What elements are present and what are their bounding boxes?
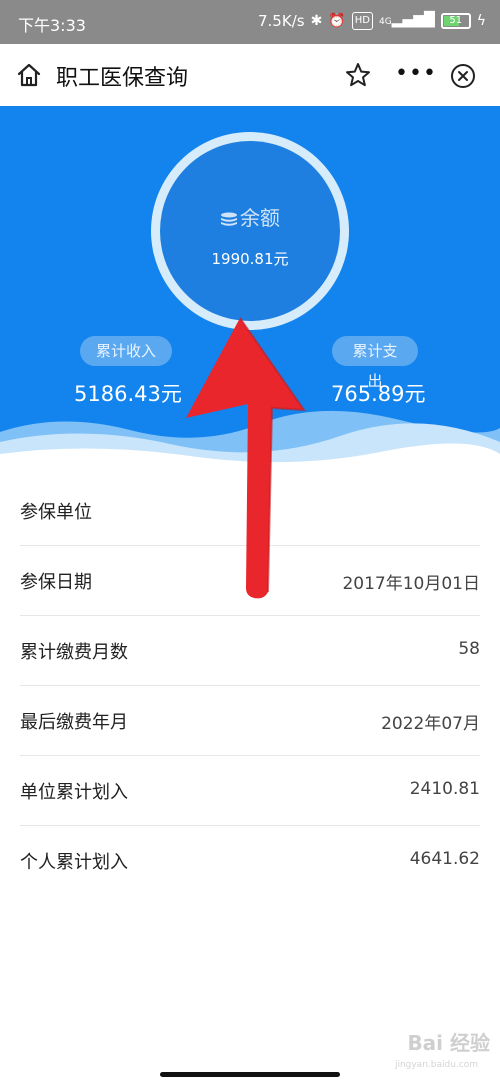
alarm-icon: ⏰ xyxy=(328,13,346,29)
signal-icon: 4G▂▄▆█ xyxy=(378,12,435,28)
more-icon[interactable]: ••• xyxy=(388,58,444,94)
income-badge: 累计收入 xyxy=(80,336,172,366)
nav-bar: 职工医保查询 ••• xyxy=(0,44,500,106)
red-arrow-annotation xyxy=(186,317,307,599)
charging-icon: ϟ xyxy=(476,13,486,29)
bluetooth-icon: ✱ xyxy=(310,13,323,29)
row-label: 单位累计划入 xyxy=(20,782,128,803)
watermark-url: jingyan.baidu.com xyxy=(394,1060,478,1070)
coins-icon xyxy=(221,212,237,226)
status-icons: 7.5K/s ✱ ⏰ HD 4G▂▄▆█ 51 ϟ xyxy=(258,12,486,30)
baidu-watermark: Bai 经验 xyxy=(407,1031,490,1055)
star-icon[interactable] xyxy=(344,61,372,89)
page-title: 职工医保查询 xyxy=(56,66,189,91)
row-value: 2017年10月01日 xyxy=(342,574,480,594)
mini-program-capsule: ••• xyxy=(388,58,492,94)
battery-level: 51 xyxy=(449,15,463,26)
status-bar: 下午3:33 7.5K/s ✱ ⏰ HD 4G▂▄▆█ 51 ϟ xyxy=(0,0,500,44)
row-value: 2410.81 xyxy=(409,779,480,799)
signal-label: 4G xyxy=(378,17,392,27)
row-value: 4641.62 xyxy=(409,849,480,869)
list-item: 累计缴费月数 58 xyxy=(20,616,480,686)
home-indicator xyxy=(160,1072,340,1077)
home-icon[interactable] xyxy=(16,62,42,88)
expense-badge: 累计支出 xyxy=(332,336,418,390)
row-label: 累计缴费月数 xyxy=(20,642,128,663)
row-label: 最后缴费年月 xyxy=(20,712,128,733)
balance-label-text: 余额 xyxy=(240,206,280,230)
balance-value: 1990.81元 xyxy=(211,250,289,268)
hd-badge: HD xyxy=(351,12,373,30)
status-time: 下午3:33 xyxy=(18,16,86,35)
close-icon[interactable] xyxy=(450,63,476,89)
network-speed: 7.5K/s xyxy=(258,12,305,30)
row-label: 参保日期 xyxy=(20,572,92,593)
balance-label: 余额 xyxy=(0,202,500,231)
list-item: 最后缴费年月 2022年07月 xyxy=(20,686,480,756)
row-value: 2022年07月 xyxy=(381,714,480,734)
list-item: 单位累计划入 2410.81 xyxy=(20,756,480,826)
row-value: 58 xyxy=(458,639,480,659)
row-label: 个人累计划入 xyxy=(20,852,128,873)
row-label: 参保单位 xyxy=(20,502,92,523)
battery-icon: 51 xyxy=(440,13,471,29)
list-item: 个人累计划入 4641.62 xyxy=(20,826,480,896)
